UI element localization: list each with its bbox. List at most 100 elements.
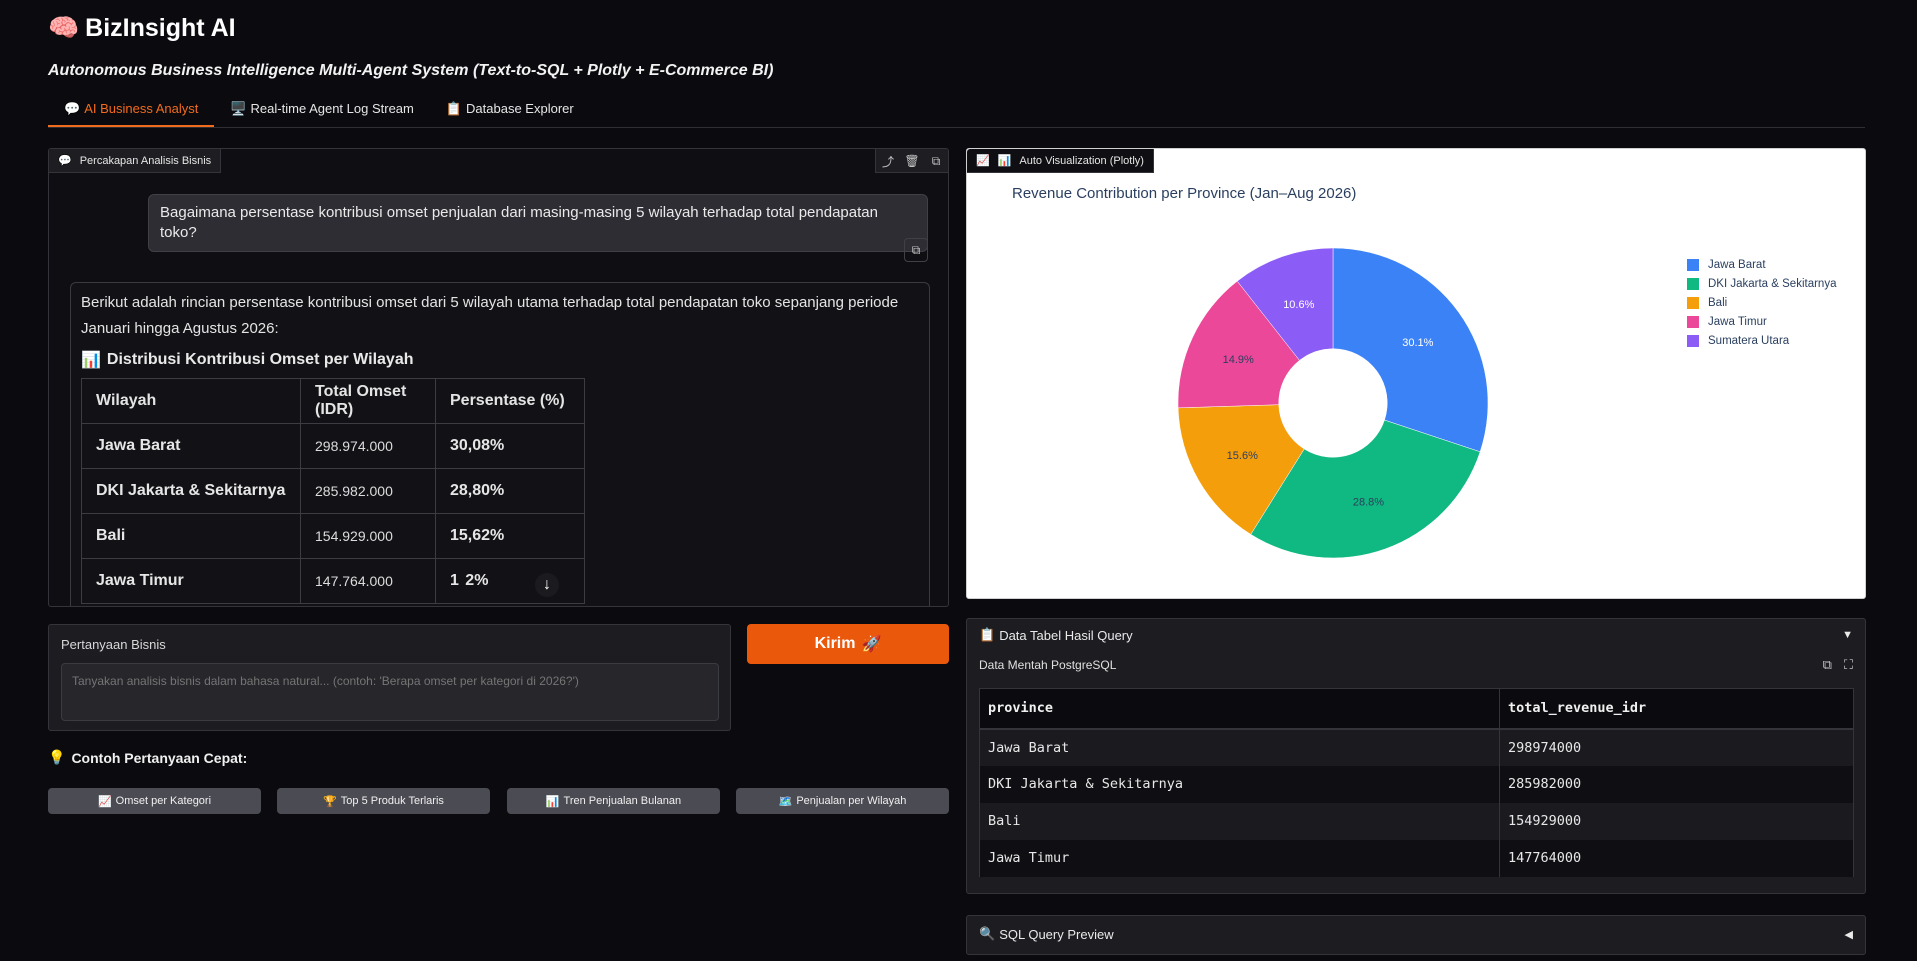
- send-button[interactable]: Kirim 🚀: [747, 624, 949, 664]
- table-cell[interactable]: Bali: [979, 802, 1500, 840]
- scroll-down-icon[interactable]: ↓: [535, 573, 559, 597]
- chat-label: 💬 Percakapan Analisis Bisnis: [49, 149, 222, 173]
- table-header[interactable]: total_revenue_idr: [1499, 688, 1854, 730]
- sql-preview-panel[interactable]: 🔍 SQL Query Preview ◀: [966, 915, 1866, 955]
- rocket-icon: 🚀: [861, 636, 882, 653]
- table-cell: 28,80%: [435, 468, 585, 514]
- share-icon[interactable]: ⤴: [876, 149, 900, 173]
- question-panel: Pertanyaan Bisnis: [48, 624, 731, 731]
- table-row: Bali 154.929.000 15,62%: [81, 513, 585, 559]
- table-header: Persentase (%): [435, 378, 585, 424]
- chat-panel[interactable]: 💬 Percakapan Analisis Bisnis ⤴ 🗑 ⧉ Bagai…: [48, 148, 949, 607]
- table-cell[interactable]: 154929000: [1499, 802, 1854, 840]
- magnifier-icon: 🔍: [979, 926, 996, 941]
- bar-chart-icon: 📊: [545, 795, 560, 808]
- quick-button-tren-bulanan[interactable]: 📊 Tren Penjualan Bulanan: [507, 788, 720, 814]
- table-cell: 30,08%: [435, 423, 585, 469]
- legend-item[interactable]: Sumatera Utara: [1687, 331, 1836, 350]
- data-table-title[interactable]: 📋 Data Tabel Hasil Query: [979, 627, 1133, 643]
- app-title-text: BizInsight AI: [85, 14, 236, 42]
- data-table-actions: ⧉ ⛶: [1823, 657, 1853, 673]
- tab-bar: 💬 AI Business Analyst 🖥️ Real-time Agent…: [48, 96, 1865, 128]
- fullscreen-icon[interactable]: ⛶: [1844, 657, 1853, 673]
- trash-icon[interactable]: 🗑: [900, 149, 924, 173]
- chart-icon: 📈: [976, 155, 990, 167]
- legend-item[interactable]: DKI Jakarta & Sekitarnya: [1687, 274, 1836, 293]
- visualization-label-text: Auto Visualization (Plotly): [1019, 154, 1144, 167]
- trophy-icon: 🏆: [323, 795, 337, 808]
- tab-label: AI Business Analyst: [84, 101, 199, 116]
- legend-item[interactable]: Bali: [1687, 293, 1836, 312]
- tab-ai-business-analyst[interactable]: 💬 AI Business Analyst: [48, 96, 215, 127]
- app-subtitle: Autonomous Business Intelligence Multi-A…: [48, 62, 774, 79]
- question-input[interactable]: [61, 663, 719, 721]
- table-cell[interactable]: 285982000: [1499, 765, 1854, 803]
- speech-bubble-icon: 💬: [64, 101, 81, 116]
- table-header[interactable]: province: [979, 688, 1500, 730]
- quick-button-label: Tren Penjualan Bulanan: [563, 795, 682, 807]
- chart-title: Revenue Contribution per Province (Jan–A…: [1012, 185, 1357, 202]
- copy-icon[interactable]: ⧉: [924, 149, 948, 173]
- table-header: Wilayah: [81, 378, 301, 424]
- bot-message: Berikut adalah rincian persentase kontri…: [70, 282, 930, 606]
- tab-agent-log-stream[interactable]: 🖥️ Real-time Agent Log Stream: [214, 96, 430, 127]
- quick-title-text: Contoh Pertanyaan Cepat:: [71, 749, 248, 766]
- table-row: Bali 154929000: [979, 802, 1854, 840]
- quick-button-omset-kategori[interactable]: 📈 Omset per Kategori: [48, 788, 261, 814]
- sql-preview-title[interactable]: 🔍 SQL Query Preview: [979, 926, 1114, 942]
- pie-slice-label: 14.9%: [1223, 354, 1254, 366]
- table-cell: 15,62%: [435, 513, 585, 559]
- quick-button-penjualan-wilayah[interactable]: 🗺️ Penjualan per Wilayah: [736, 788, 949, 814]
- bar-chart-icon: 📊: [81, 352, 101, 369]
- table-cell: 154.929.000: [300, 513, 436, 559]
- legend-swatch: [1687, 315, 1699, 328]
- table-cell[interactable]: 298974000: [1499, 728, 1854, 766]
- data-table-panel: 📋 Data Tabel Hasil Query ▼ Data Mentah P…: [966, 618, 1866, 894]
- legend-label: Bali: [1708, 296, 1728, 309]
- pie-slice-label: 28.8%: [1353, 496, 1384, 508]
- data-table-subtitle: Data Mentah PostgreSQL: [979, 658, 1117, 672]
- visualization-label: 📈 📊 Auto Visualization (Plotly): [967, 149, 1154, 173]
- chat-actions: ⤴ 🗑 ⧉: [875, 149, 948, 173]
- collapse-caret-icon[interactable]: ▼: [1842, 629, 1853, 641]
- table-cell[interactable]: Jawa Barat: [979, 728, 1500, 766]
- table-cell: 1 2%: [435, 558, 585, 604]
- clipboard-icon: 📋: [979, 627, 996, 642]
- pie-slice-jawa-barat[interactable]: [1332, 247, 1489, 453]
- legend-label: DKI Jakarta & Sekitarnya: [1708, 277, 1837, 290]
- quick-button-label: Penjualan per Wilayah: [796, 795, 907, 807]
- quick-button-label: Top 5 Produk Terlaris: [340, 795, 444, 807]
- table-cell[interactable]: DKI Jakarta & Sekitarnya: [979, 765, 1500, 803]
- user-message: Bagaimana persentase kontribusi omset pe…: [148, 194, 928, 252]
- tab-label: Real-time Agent Log Stream: [250, 101, 414, 116]
- table-header-row: Wilayah Total Omset (IDR) Persentase (%): [81, 378, 585, 424]
- legend-swatch: [1687, 258, 1699, 271]
- map-icon: 🗺️: [778, 795, 793, 808]
- table-cell: 285.982.000: [300, 468, 436, 514]
- table-cell[interactable]: 147764000: [1499, 839, 1854, 877]
- copy-message-icon[interactable]: ⧉: [904, 238, 928, 262]
- legend-item[interactable]: Jawa Barat: [1687, 255, 1836, 274]
- legend-swatch: [1687, 334, 1699, 347]
- legend-swatch: [1687, 296, 1699, 309]
- expand-caret-icon[interactable]: ◀: [1845, 928, 1853, 941]
- brain-icon: 🧠: [48, 14, 80, 42]
- table-cell[interactable]: Jawa Timur: [979, 839, 1500, 877]
- table-cell: DKI Jakarta & Sekitarnya: [81, 468, 301, 514]
- bar-chart-icon: 📊: [997, 155, 1012, 167]
- send-label: Kirim: [814, 635, 856, 652]
- visualization-panel[interactable]: 30.1% 28.8% 15.6% 14.9% 10.6% 📈 📊 Auto Visua…: [966, 148, 1866, 599]
- tab-database-explorer[interactable]: 📋 Database Explorer: [430, 96, 590, 127]
- table-cell: Bali: [81, 513, 301, 559]
- contribution-table: Wilayah Total Omset (IDR) Persentase (%)…: [81, 378, 585, 604]
- pie-slice-label: 10.6%: [1283, 299, 1314, 311]
- quick-button-top-produk[interactable]: 🏆 Top 5 Produk Terlaris: [277, 788, 490, 814]
- quick-button-label: Omset per Kategori: [115, 795, 212, 807]
- sql-preview-title-text: SQL Query Preview: [999, 926, 1114, 942]
- legend-label: Jawa Barat: [1708, 258, 1766, 271]
- monitor-icon: 🖥️: [230, 101, 247, 116]
- copy-icon[interactable]: ⧉: [1823, 657, 1832, 673]
- app-title: 🧠 BizInsight AI: [48, 14, 236, 43]
- table-row: Jawa Barat 298.974.000 30,08%: [81, 423, 585, 469]
- legend-item[interactable]: Jawa Timur: [1687, 312, 1836, 331]
